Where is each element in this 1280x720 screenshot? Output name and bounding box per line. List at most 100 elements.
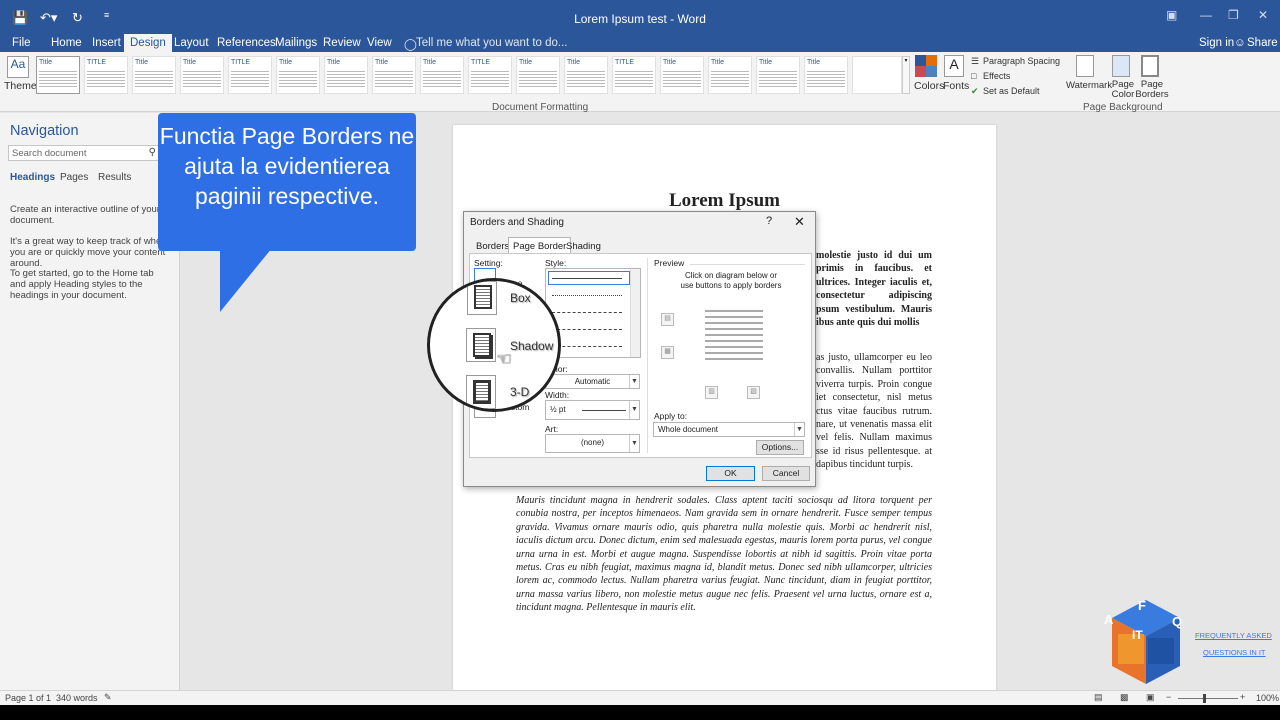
- tab-layout[interactable]: Layout: [174, 37, 209, 49]
- style-thumb[interactable]: TITLE: [612, 56, 656, 94]
- tab-results[interactable]: Results: [98, 172, 131, 183]
- paragraph-spacing-button[interactable]: Paragraph Spacing: [983, 56, 1060, 66]
- page-color-icon[interactable]: [1112, 55, 1130, 77]
- tab-view[interactable]: View: [367, 37, 392, 49]
- cancel-button[interactable]: Cancel: [762, 466, 810, 481]
- colors-button[interactable]: Colors: [914, 80, 944, 92]
- ribbon-display-icon[interactable]: ▣: [1166, 8, 1177, 22]
- width-label: Width:: [545, 390, 570, 400]
- left-border-button[interactable]: ▥: [705, 386, 718, 399]
- zoom-out-icon[interactable]: −: [1166, 692, 1171, 702]
- ribbon-tabs: File Home Insert Design Layout Reference…: [0, 34, 1280, 52]
- zoom-slider-handle[interactable]: [1203, 694, 1206, 703]
- print-layout-icon[interactable]: ▩: [1120, 692, 1129, 703]
- close-window-icon[interactable]: ✕: [1258, 8, 1268, 22]
- logo-text-2: QUESTIONS IN IT: [1203, 648, 1266, 657]
- setting-shadow-label: Shadow: [510, 339, 554, 353]
- color-select[interactable]: Automatic ▼: [545, 374, 640, 389]
- divider: [647, 258, 648, 453]
- tab-home[interactable]: Home: [51, 37, 82, 49]
- share-icon[interactable]: ☺: [1234, 37, 1246, 49]
- width-select[interactable]: ½ pt ▼: [545, 400, 640, 420]
- page-borders-button[interactable]: Page Borders: [1135, 80, 1169, 100]
- style-thumb[interactable]: Title: [180, 56, 224, 94]
- minimize-icon[interactable]: —: [1200, 8, 1212, 22]
- top-border-button[interactable]: ▤: [661, 313, 674, 326]
- tab-insert[interactable]: Insert: [92, 37, 121, 49]
- style-thumb[interactable]: Title: [420, 56, 464, 94]
- watermark-icon[interactable]: [1076, 55, 1094, 77]
- border-preview-diagram[interactable]: [701, 306, 767, 368]
- tab-mailings[interactable]: Mailings: [275, 37, 317, 49]
- style-thumb[interactable]: Title: [372, 56, 416, 94]
- apply-to-label: Apply to:: [654, 411, 688, 421]
- apply-to-select[interactable]: Whole document ▼: [653, 422, 805, 437]
- tab-design[interactable]: Design: [124, 34, 172, 52]
- style-thumb[interactable]: TITLE: [228, 56, 272, 94]
- bottom-border-button[interactable]: ▦: [661, 346, 674, 359]
- gallery-more-icon[interactable]: ▾: [902, 56, 910, 94]
- style-thumb[interactable]: Title: [804, 56, 848, 94]
- help-button[interactable]: ?: [766, 215, 772, 227]
- word-count[interactable]: 340 words: [56, 693, 98, 703]
- restore-icon[interactable]: ❐: [1228, 8, 1239, 22]
- callout-bubble: Functia Page Borders ne ajuta la evident…: [158, 113, 416, 251]
- tab-file[interactable]: File: [12, 37, 31, 49]
- style-thumb[interactable]: TITLE: [468, 56, 512, 94]
- fonts-button[interactable]: Fonts: [943, 80, 969, 92]
- setting-shadow-option[interactable]: [466, 328, 496, 362]
- tab-shading[interactable]: Shading: [562, 240, 605, 253]
- ribbon: Aa Themes Title TITLE Title Title TITLE …: [0, 52, 1280, 113]
- fonts-icon[interactable]: A: [944, 55, 964, 77]
- share-button[interactable]: Share: [1247, 37, 1278, 49]
- style-thumb[interactable]: Title: [756, 56, 800, 94]
- chevron-down-icon[interactable]: ▼: [794, 423, 804, 436]
- video-bottom-bar: [0, 705, 1280, 720]
- chevron-down-icon[interactable]: ▼: [629, 435, 639, 452]
- style-thumb[interactable]: Title: [564, 56, 608, 94]
- zoom-in-icon[interactable]: +: [1240, 692, 1245, 702]
- tab-review[interactable]: Review: [323, 37, 361, 49]
- web-layout-icon[interactable]: ▣: [1146, 692, 1155, 703]
- style-thumb[interactable]: Title: [708, 56, 752, 94]
- search-input[interactable]: Search document ⚲: [8, 145, 160, 161]
- proofing-icon[interactable]: ✎: [104, 692, 112, 703]
- search-icon[interactable]: ⚲: [149, 147, 156, 158]
- tell-me-box[interactable]: Tell me what you want to do...: [416, 37, 568, 49]
- page-count[interactable]: Page 1 of 1: [5, 693, 51, 703]
- themes-icon[interactable]: Aa: [7, 56, 29, 78]
- right-border-button[interactable]: ▧: [747, 386, 760, 399]
- nav-help-text-3: To get started, go to the Home tab and a…: [10, 268, 154, 301]
- style-thumb[interactable]: Title: [516, 56, 560, 94]
- style-thumb-extra[interactable]: [852, 56, 902, 94]
- navigation-pane: Navigation Search document ⚲ Headings Pa…: [0, 113, 180, 690]
- style-thumb[interactable]: Title: [36, 56, 80, 94]
- tab-pages[interactable]: Pages: [60, 172, 88, 183]
- style-thumb[interactable]: Title: [132, 56, 176, 94]
- style-thumb[interactable]: Title: [324, 56, 368, 94]
- art-select[interactable]: (none) ▼: [545, 434, 640, 453]
- zoom-level[interactable]: 100%: [1256, 693, 1279, 703]
- style-list-scrollbar[interactable]: [630, 269, 640, 357]
- set-as-default-button[interactable]: Set as Default: [983, 86, 1040, 96]
- style-thumb[interactable]: Title: [276, 56, 320, 94]
- style-thumb[interactable]: TITLE: [84, 56, 128, 94]
- close-icon[interactable]: ✕: [794, 214, 805, 230]
- chevron-down-icon[interactable]: ▼: [629, 375, 639, 388]
- zoom-slider[interactable]: [1178, 698, 1238, 699]
- setting-box-option[interactable]: [467, 281, 497, 315]
- tab-references[interactable]: References: [217, 37, 276, 49]
- tab-headings[interactable]: Headings: [10, 172, 55, 183]
- setting-3d-option[interactable]: [466, 375, 496, 409]
- divider: [690, 264, 805, 265]
- chevron-down-icon[interactable]: ▼: [629, 401, 639, 419]
- effects-button[interactable]: Effects: [983, 71, 1010, 81]
- options-button[interactable]: Options...: [756, 440, 804, 455]
- page-borders-icon[interactable]: [1141, 55, 1159, 77]
- ok-button[interactable]: OK: [706, 466, 755, 481]
- colors-icon[interactable]: [915, 55, 937, 77]
- sign-in-link[interactable]: Sign in: [1199, 37, 1234, 49]
- read-mode-icon[interactable]: ▤: [1094, 692, 1103, 703]
- style-thumb[interactable]: Title: [660, 56, 704, 94]
- window-title: Lorem Ipsum test - Word: [574, 12, 706, 26]
